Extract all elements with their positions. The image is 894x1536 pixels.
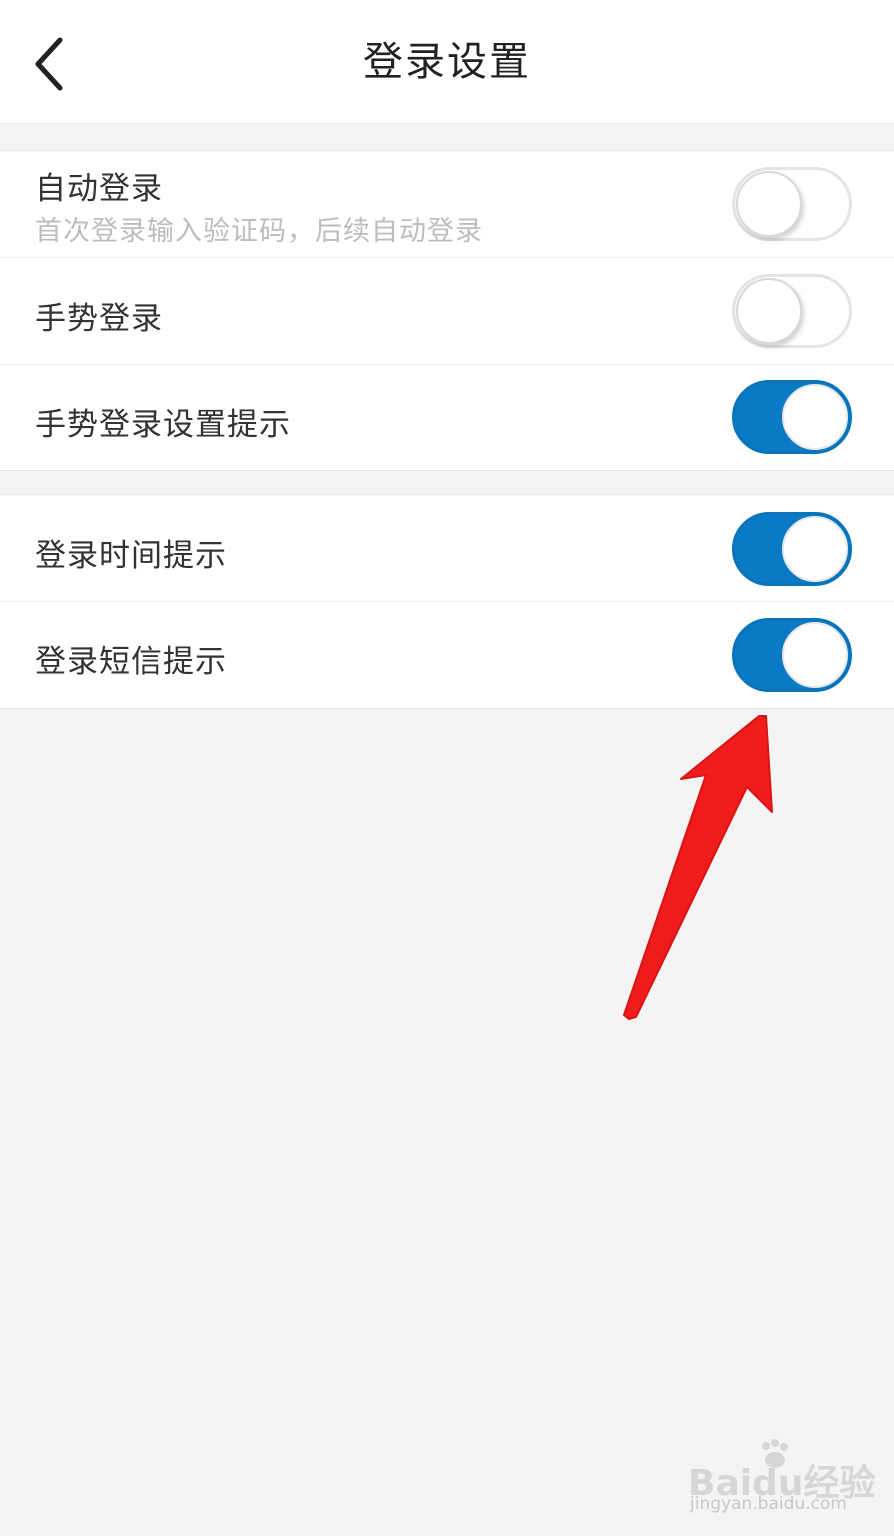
- setting-row-gesture-setup-tip: 手势登录设置提示: [0, 364, 894, 470]
- toggle-knob: [736, 171, 802, 237]
- setting-row-login-time-tip: 登录时间提示: [0, 495, 894, 601]
- login-sms-tip-label: 登录短信提示: [35, 644, 227, 680]
- settings-group-2: 登录时间提示 登录短信提示: [0, 494, 894, 709]
- setting-row-login-sms-tip: 登录短信提示: [0, 601, 894, 708]
- setting-row-auto-login: 自动登录 首次登录输入验证码，后续自动登录: [0, 151, 894, 257]
- toggle-knob: [782, 516, 848, 582]
- login-time-tip-toggle[interactable]: [732, 512, 852, 586]
- login-time-tip-label: 登录时间提示: [35, 538, 227, 574]
- toggle-knob: [736, 278, 802, 344]
- auto-login-label: 自动登录: [35, 171, 163, 207]
- watermark-url: jingyan.baidu.com: [690, 1494, 847, 1514]
- header-bar: 登录设置: [0, 0, 894, 124]
- login-sms-tip-toggle[interactable]: [732, 618, 852, 692]
- baidu-jingyan-watermark: Baidu经验 jingyan.baidu.com: [688, 1438, 875, 1522]
- gesture-setup-tip-label: 手势登录设置提示: [35, 407, 291, 443]
- toggle-knob: [782, 384, 848, 450]
- auto-login-subtitle: 首次登录输入验证码，后续自动登录: [35, 216, 483, 247]
- setting-row-gesture-login: 手势登录: [0, 257, 894, 364]
- gesture-login-toggle[interactable]: [732, 274, 852, 348]
- gesture-setup-tip-toggle[interactable]: [732, 380, 852, 454]
- settings-group-1: 自动登录 首次登录输入验证码，后续自动登录 手势登录 手势登录设置提示: [0, 150, 894, 471]
- auto-login-toggle[interactable]: [732, 167, 852, 241]
- toggle-knob: [782, 622, 848, 688]
- gesture-login-label: 手势登录: [35, 301, 163, 337]
- page-title: 登录设置: [363, 39, 531, 85]
